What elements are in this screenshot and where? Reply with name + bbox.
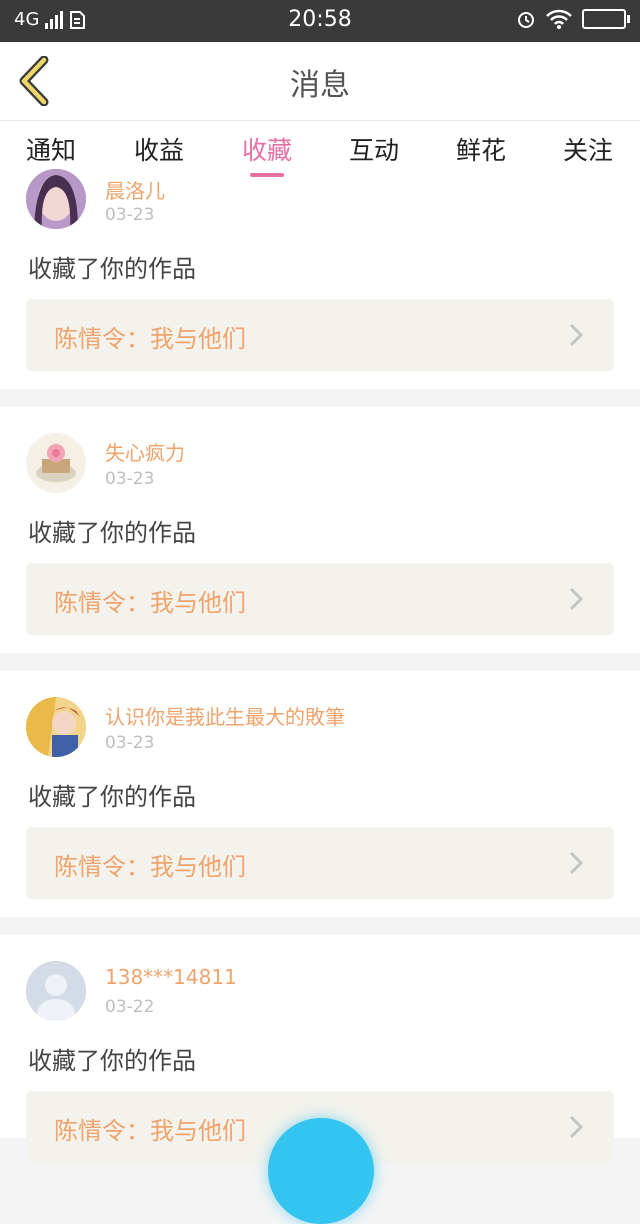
message-date: 03-23 — [105, 733, 155, 753]
header: 消息 — [0, 42, 640, 121]
tab-label: 关注 — [563, 136, 614, 165]
avatar-image — [26, 433, 86, 493]
avatar[interactable] — [26, 697, 86, 757]
action-text: 收藏了你的作品 — [28, 783, 196, 811]
message-card: 认识你是莪此生最大的敗筆 03-23 收藏了你的作品 陈情令：我与他们 — [0, 671, 640, 917]
tab-favorites[interactable]: 收藏 — [242, 131, 293, 177]
alarm-icon — [518, 12, 534, 28]
avatar[interactable] — [26, 433, 86, 493]
message-date: 03-23 — [105, 469, 155, 489]
work-title: 陈情令：我与他们 — [54, 1117, 246, 1145]
message-date: 03-23 — [105, 205, 155, 225]
status-bar: 4G 20:58 — [0, 0, 640, 42]
message-card: 失心疯力 03-23 收藏了你的作品 陈情令：我与他们 — [0, 407, 640, 653]
message-date: 03-22 — [105, 997, 155, 1017]
battery-icon — [582, 9, 630, 29]
tab-interactions[interactable]: 互动 — [349, 131, 399, 167]
action-text: 收藏了你的作品 — [28, 519, 196, 547]
active-tab-indicator — [250, 173, 285, 177]
tab-label: 互动 — [349, 136, 400, 165]
default-avatar-icon — [26, 961, 86, 1021]
work-title: 陈情令：我与他们 — [54, 325, 246, 353]
tab-label: 通知 — [26, 136, 77, 165]
status-right — [516, 9, 630, 29]
action-text: 收藏了你的作品 — [28, 255, 196, 283]
username[interactable]: 晨洛儿 — [105, 175, 165, 204]
chevron-right-icon — [569, 851, 584, 875]
tab-flowers[interactable]: 鲜花 — [456, 131, 506, 167]
username[interactable]: 138***14811 — [105, 965, 237, 989]
tab-bar: 通知 收益 收藏 互动 鲜花 关注 — [0, 121, 640, 183]
work-title: 陈情令：我与他们 — [54, 853, 246, 881]
chevron-right-icon — [569, 323, 584, 347]
avatar-image — [26, 697, 86, 757]
work-link[interactable]: 陈情令：我与他们 — [26, 563, 614, 635]
avatar[interactable] — [26, 961, 86, 1021]
work-title: 陈情令：我与他们 — [54, 589, 246, 617]
work-link[interactable]: 陈情令：我与他们 — [26, 299, 614, 371]
floating-action-button[interactable] — [268, 1118, 374, 1224]
action-text: 收藏了你的作品 — [28, 1047, 196, 1075]
page-title: 消息 — [290, 68, 350, 103]
wifi-icon — [546, 9, 572, 29]
message-card: 138***14811 03-22 收藏了你的作品 陈情令：我与他们 — [0, 935, 640, 1163]
chevron-right-icon — [569, 587, 584, 611]
message-card: 晨洛儿 03-23 收藏了你的作品 陈情令：我与他们 — [0, 169, 640, 389]
work-link[interactable]: 陈情令：我与他们 — [26, 827, 614, 899]
tab-label: 鲜花 — [456, 136, 507, 165]
username[interactable]: 失心疯力 — [105, 437, 185, 466]
tab-label: 收益 — [134, 136, 185, 165]
avatar-image — [26, 169, 86, 229]
tab-notifications[interactable]: 通知 — [26, 131, 76, 167]
chevron-right-icon — [569, 1115, 584, 1139]
avatar[interactable] — [26, 169, 86, 229]
tab-label: 收藏 — [242, 136, 293, 165]
username[interactable]: 认识你是莪此生最大的敗筆 — [105, 701, 345, 730]
tab-follows[interactable]: 关注 — [563, 131, 613, 167]
tab-earnings[interactable]: 收益 — [134, 131, 184, 167]
